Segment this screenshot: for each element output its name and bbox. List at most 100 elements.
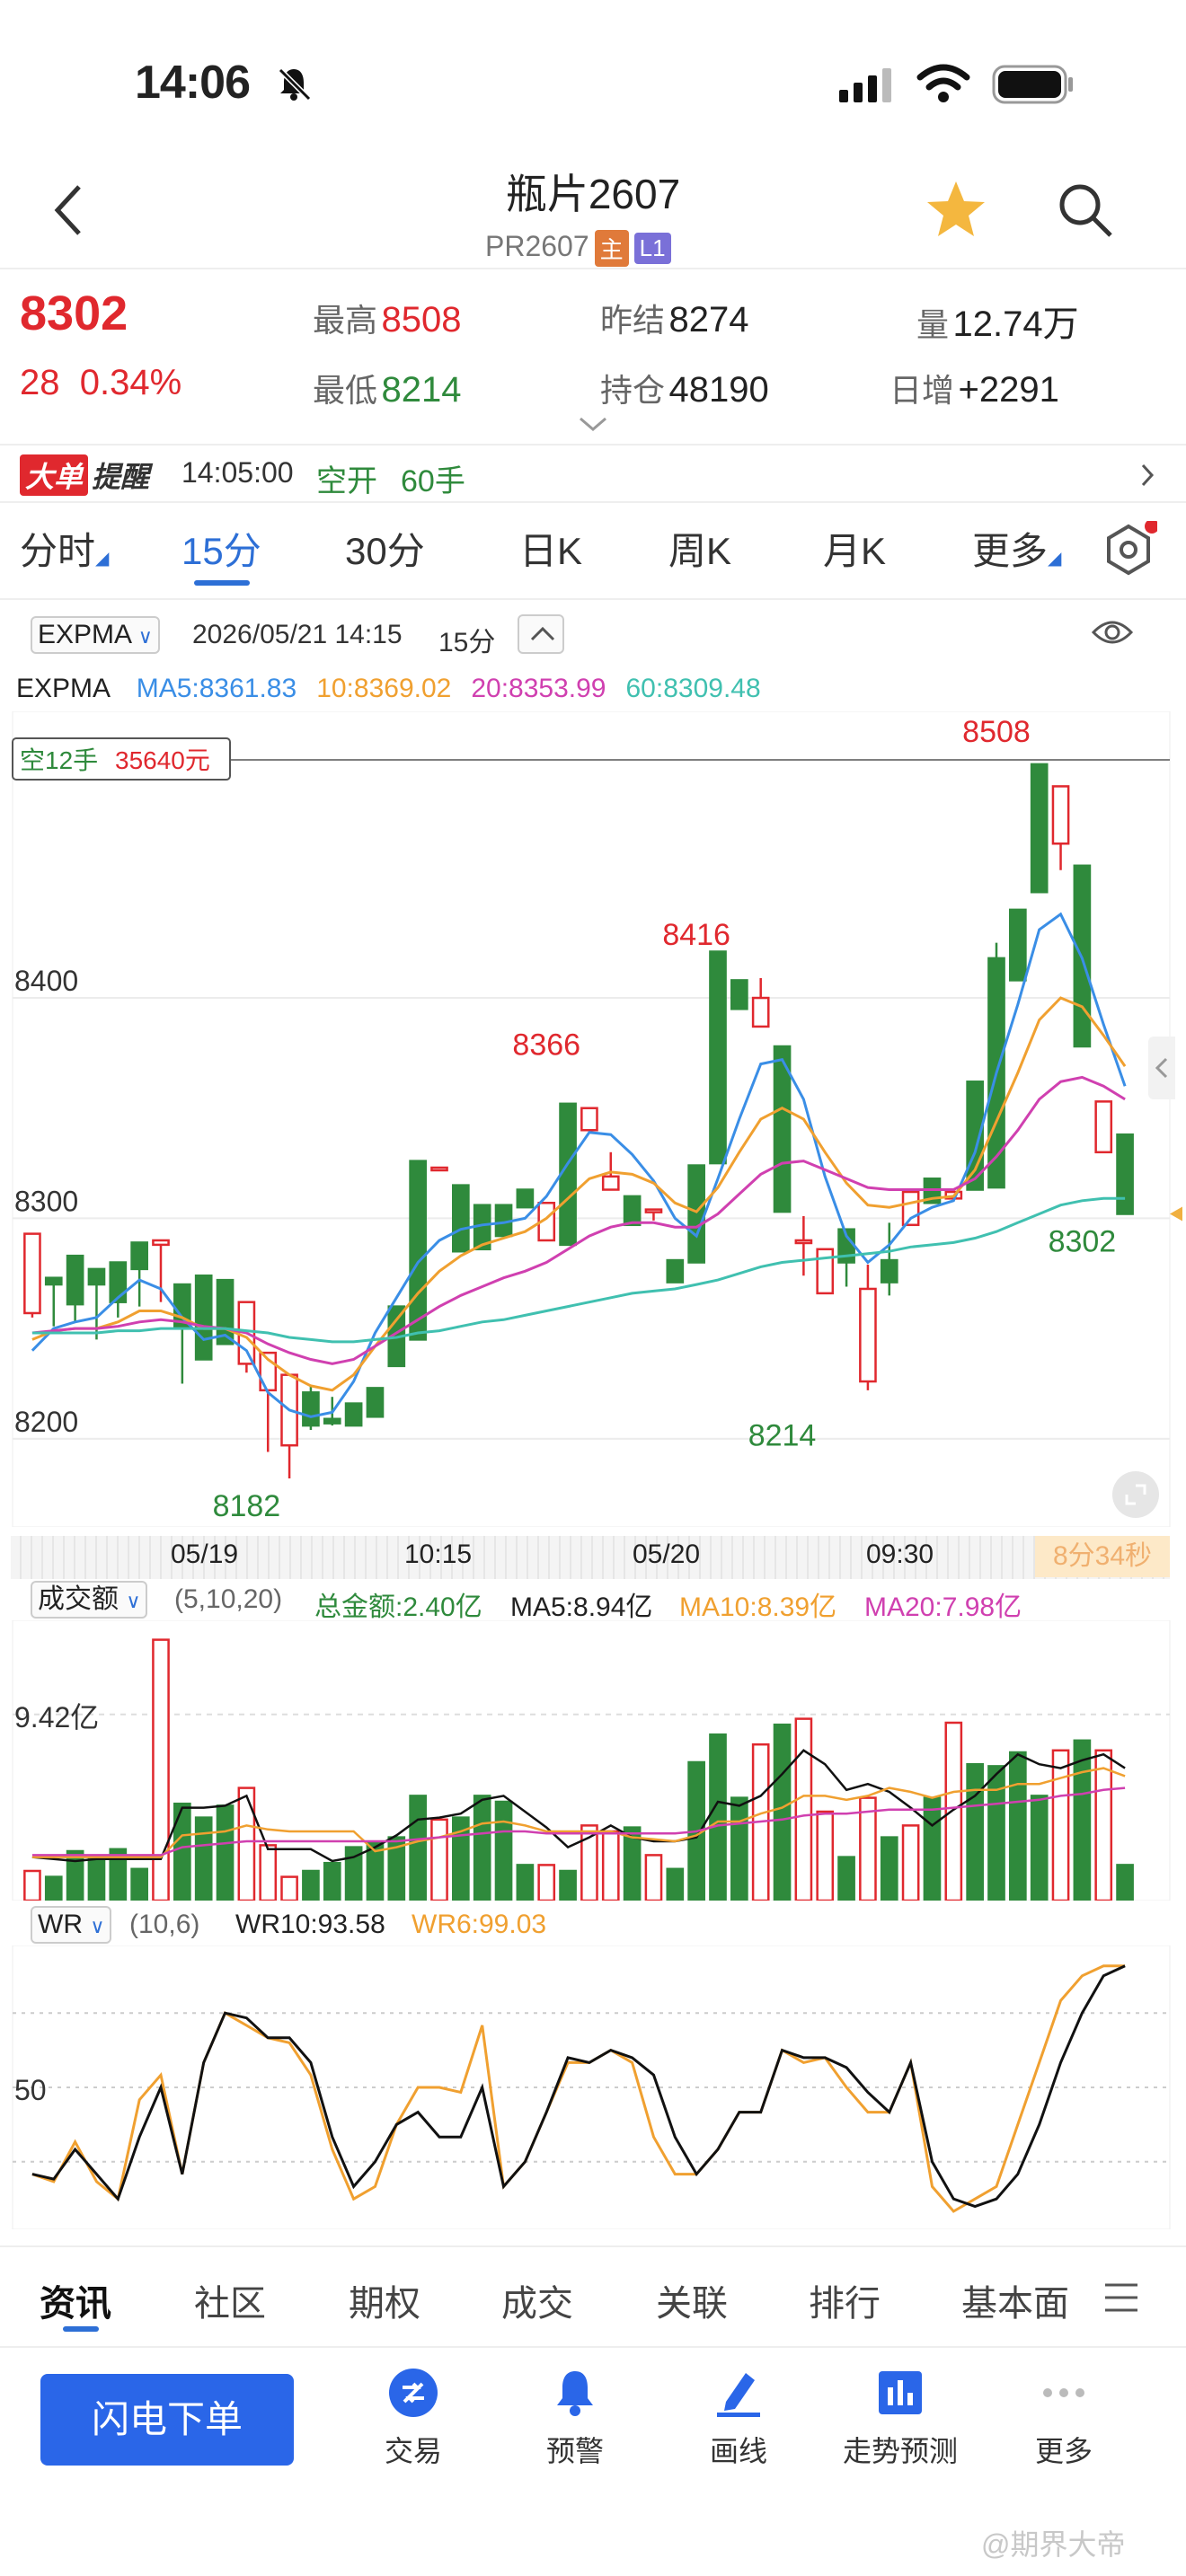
price-alert-button[interactable]: 预警 [503, 2366, 647, 2483]
volume-bar [644, 1854, 663, 1901]
search-icon [1059, 184, 1112, 237]
tab-15min[interactable]: 15分 [181, 521, 261, 576]
tab-menu-button[interactable] [1102, 2281, 1141, 2318]
more-actions-button[interactable]: 更多 [992, 2366, 1136, 2483]
tab-related[interactable]: 关联 [656, 2274, 728, 2326]
tab-ranking[interactable]: 排行 [809, 2274, 881, 2326]
tabs-divider [0, 598, 1186, 600]
wr-indicator-select[interactable]: WR ∨ [31, 1906, 112, 1944]
draw-line-button[interactable]: 画线 [667, 2366, 810, 2483]
volume-item: 量 12.74万 [916, 295, 1079, 347]
candle-up [1051, 785, 1070, 845]
level1-tag: L1 [633, 233, 671, 265]
volume-ma20: MA20:7.98亿 [864, 1592, 1022, 1622]
volume-bar [944, 1721, 963, 1901]
alert-label: 预警 [545, 2435, 604, 2467]
toggle-visibility-button[interactable] [1091, 616, 1134, 653]
tab-community[interactable]: 社区 [194, 2274, 266, 2326]
tab-label: 期权 [349, 2284, 420, 2324]
position-value: 35640元 [115, 746, 210, 774]
volume-bar [44, 1875, 63, 1901]
ma-legend-items: MA5:8361.83 10:8369.02 20:8353.99 60:8309.4… [117, 674, 761, 703]
candle-up [430, 1166, 448, 1172]
contract-code: PR2607 主 L1 [485, 230, 671, 268]
candle-down [323, 1417, 341, 1425]
tab-monthly[interactable]: 月K [823, 521, 886, 576]
candle-down [880, 1258, 898, 1284]
trend-forecast-button[interactable]: 走势预测 [828, 2366, 972, 2483]
x-label: 05/20 [633, 1539, 701, 1569]
collapse-button[interactable] [518, 614, 564, 654]
volume-bar [259, 1844, 278, 1901]
oi-label: 持仓 [600, 372, 666, 409]
volume-bar [559, 1869, 577, 1901]
tab-label: 周K [668, 530, 732, 572]
x-label: 09:30 [866, 1539, 934, 1569]
candle-up [816, 1248, 835, 1295]
position-label: 空12手 [20, 746, 98, 774]
candle-down [1030, 763, 1049, 894]
volume-bar [730, 1796, 748, 1901]
trade-icon [389, 2369, 438, 2417]
wifi-icon [916, 63, 970, 109]
volume-bar [323, 1861, 341, 1901]
indicator-select[interactable]: EXPMA ∨ [31, 616, 160, 654]
tab-intraday[interactable]: 分时◢ [20, 521, 109, 576]
chart-side-handle[interactable] [1148, 1037, 1175, 1099]
tab-label: 资讯 [40, 2284, 111, 2324]
price-annotation: 8416 [662, 918, 730, 952]
candle-down [452, 1184, 470, 1253]
volume-bar [130, 1867, 148, 1901]
volume-bar [430, 1818, 448, 1901]
bottom-tabs-divider [0, 2346, 1186, 2348]
candle-down [1009, 908, 1027, 982]
price-annotation: 8182 [213, 1489, 281, 1523]
expand-quote-button[interactable] [577, 415, 609, 437]
price-annotation: 8366 [512, 1028, 580, 1062]
alert-type: 空开 [316, 464, 377, 498]
tab-daily[interactable]: 日K [519, 521, 582, 576]
candle-up [644, 1208, 663, 1213]
tab-weekly[interactable]: 周K [668, 521, 731, 576]
more-label: 更多 [1034, 2435, 1093, 2467]
candle-down [302, 1391, 320, 1427]
bell-mute-icon [275, 65, 313, 107]
flash-order-button[interactable]: 闪电下单 [40, 2374, 294, 2466]
volume-total: 总金额:2.40亿 [314, 1592, 482, 1622]
wr10-value: WR10:93.58 [235, 1910, 385, 1939]
volume-indicator-select[interactable]: 成交额 ∨ [31, 1581, 148, 1619]
wr-chart[interactable]: 50 [0, 1945, 1186, 2229]
tab-options[interactable]: 期权 [349, 2274, 420, 2326]
prev-settle-item: 昨结 8274 [600, 295, 748, 341]
volume-bar [901, 1824, 920, 1901]
nav-divider [0, 268, 1186, 269]
candlestick-chart[interactable]: 8200 8300 8400 空12手 35640元 8182 8366 8416 8214 85… [0, 711, 1186, 1527]
favorite-button[interactable] [925, 180, 987, 243]
eye-icon [1091, 621, 1134, 644]
last-price: 8302 [20, 287, 128, 340]
active-tab-indicator [194, 580, 250, 586]
vol-value: 12.74万 [952, 304, 1079, 344]
big-order-alert[interactable]: 大单 提醒 14:05:00 空开 60手 [0, 446, 1186, 499]
tab-trades[interactable]: 成交 [501, 2274, 573, 2326]
search-button[interactable] [1057, 181, 1114, 243]
volume-chart[interactable]: 9.42亿 [0, 1620, 1186, 1901]
tab-fundamentals[interactable]: 基本面 [961, 2274, 1078, 2326]
volume-bar [966, 1762, 984, 1901]
chart-settings-button[interactable] [1100, 519, 1159, 583]
tab-news[interactable]: 资讯 [40, 2274, 111, 2326]
y-tick-label: 8300 [14, 1185, 78, 1217]
contract-code-text: PR2607 [485, 230, 589, 262]
news-tab-indicator [63, 2326, 99, 2332]
alert-time: 14:05:00 [181, 456, 294, 489]
tab-label: 更多 [972, 530, 1049, 572]
tab-30min[interactable]: 30分 [345, 521, 425, 576]
tab-label: 基本面 [961, 2284, 1069, 2324]
trade-button[interactable]: 交易 [341, 2366, 485, 2483]
prev-value: 8274 [668, 300, 749, 340]
x-label: 05/19 [171, 1539, 239, 1569]
chart-datetime: 2026/05/21 14:15 [192, 620, 403, 649]
tab-more[interactable]: 更多◢ [972, 521, 1061, 576]
candle-down [709, 950, 727, 1165]
fullscreen-button[interactable] [1112, 1471, 1159, 1518]
